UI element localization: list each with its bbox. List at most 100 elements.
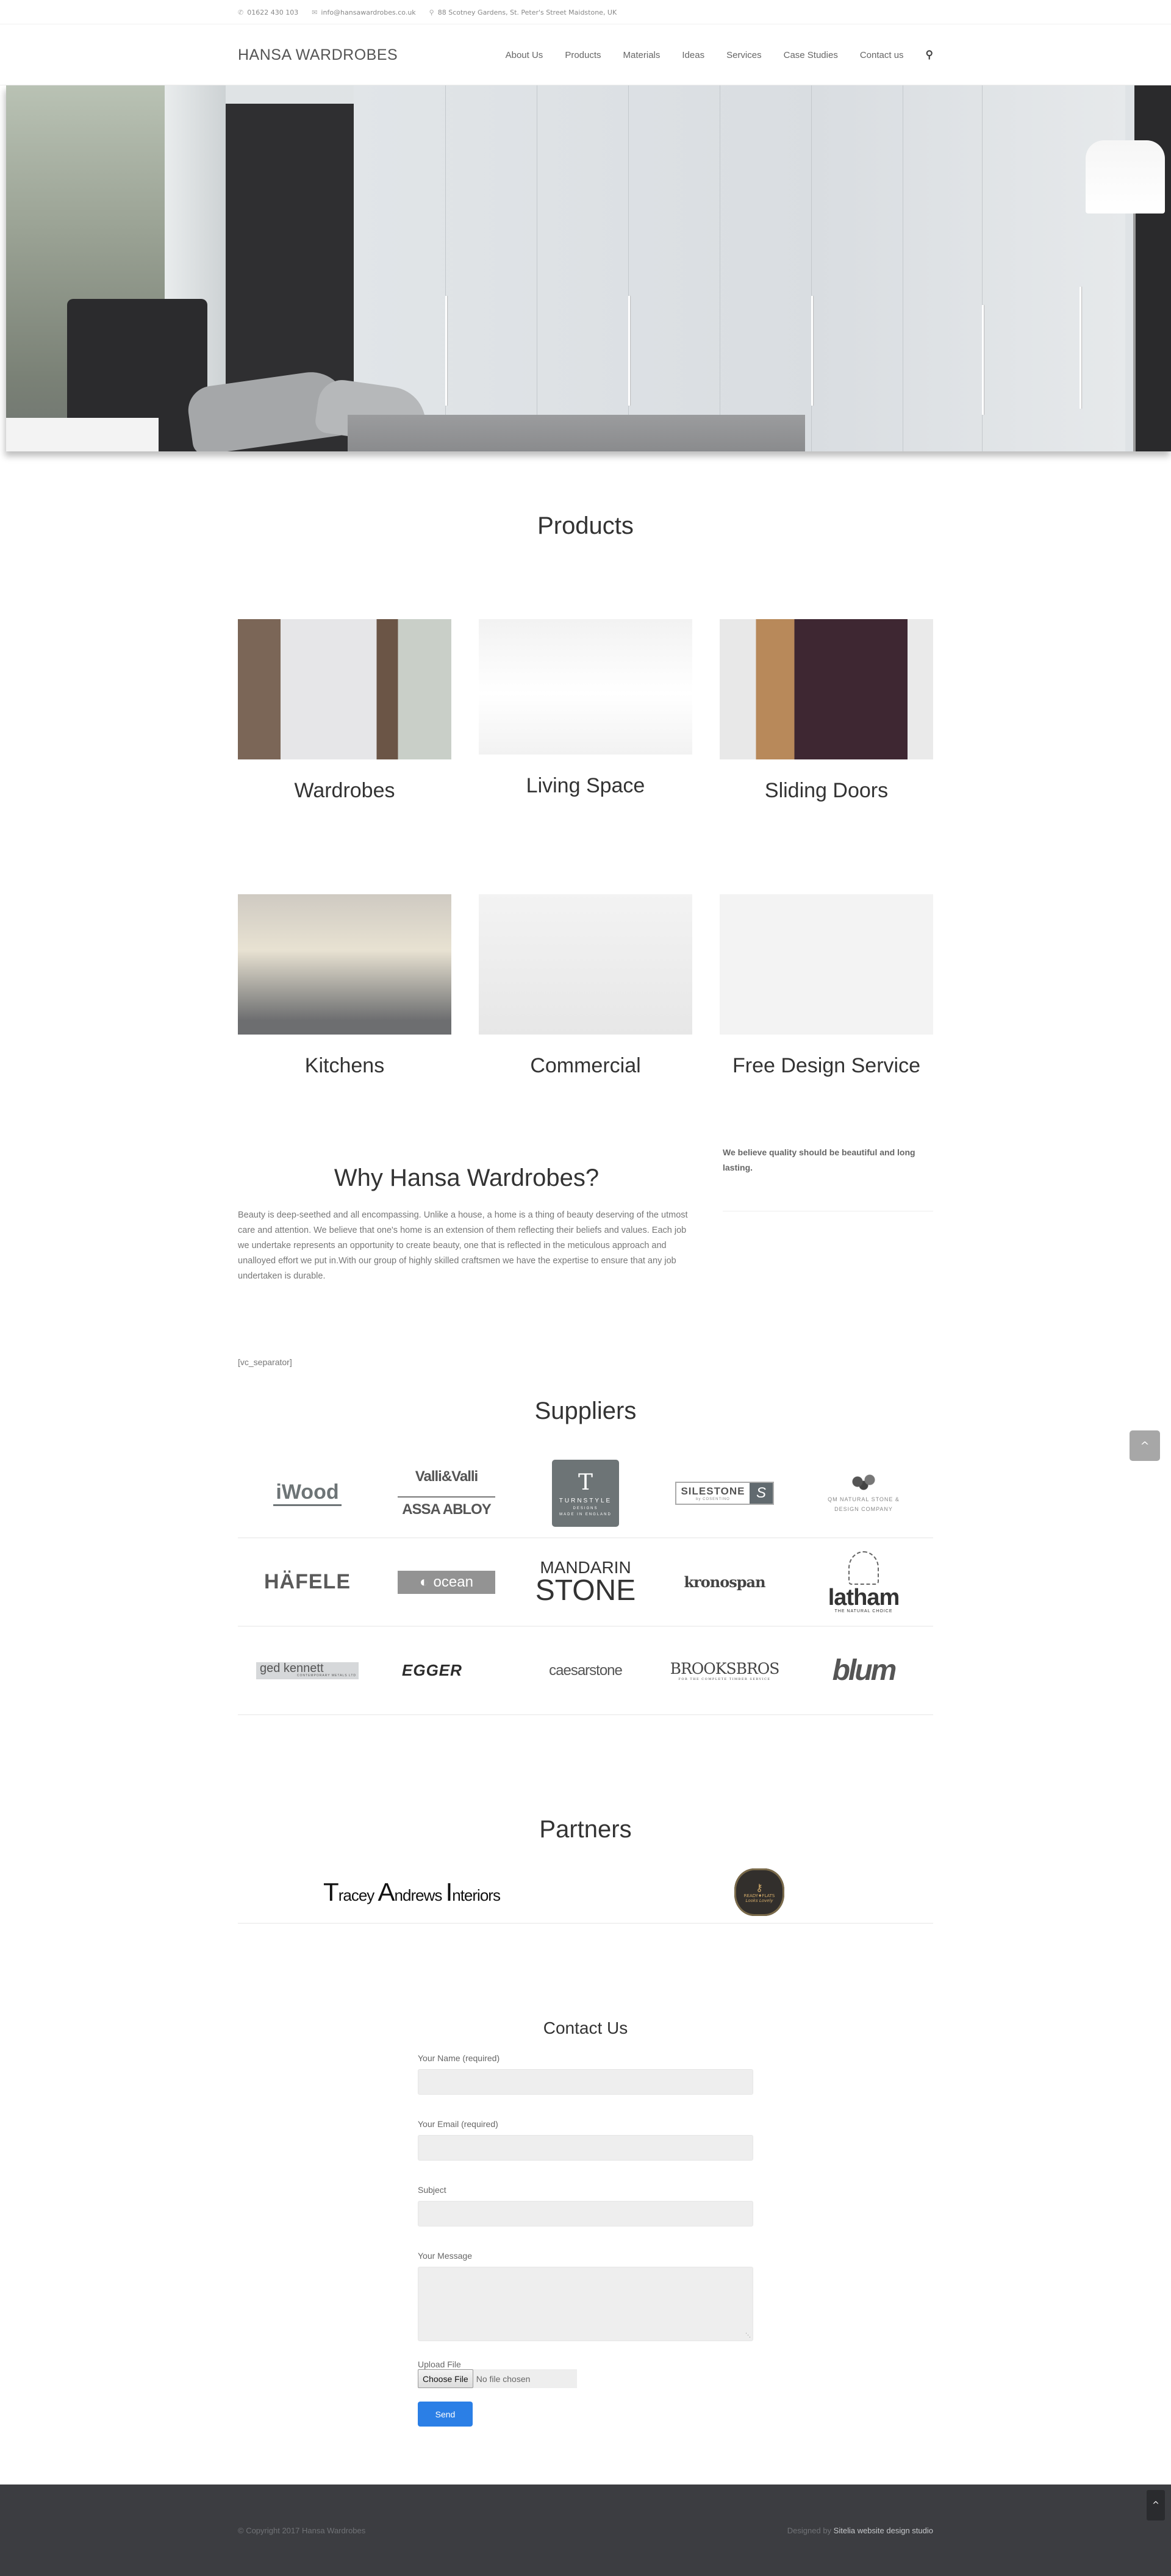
supplier-row: iWood Valli&Valli ASSA ABLOY T TURNSTYLE… [238,1449,933,1538]
nav-case-studies[interactable]: Case Studies [784,50,838,60]
subject-input[interactable] [418,2201,753,2226]
key-icon: ⚷ [756,1881,763,1893]
valli-text: Valli&Valli [415,1468,478,1485]
kronospan-logo[interactable]: kronospan [684,1573,765,1591]
nav-about-us[interactable]: About Us [506,50,543,60]
caesarstone-logo[interactable]: caesarstone [549,1662,623,1679]
product-sliding-doors[interactable]: Sliding Doors [720,619,933,894]
blum-logo[interactable]: blum [833,1654,897,1687]
subject-label: Subject [418,2185,446,2195]
email-label: Your Email (required) [418,2119,498,2129]
suppliers-section: Suppliers iWood Valli&Valli ASSA ABLOY T… [238,1397,933,1715]
phone-icon: ✆ [238,8,244,16]
swirl-icon: ◐ [420,1573,429,1590]
nav-ideas[interactable]: Ideas [682,50,704,60]
tree-icon [848,1551,879,1585]
product-kitchens[interactable]: Kitchens [238,894,451,1169]
products-title: Products [537,512,634,539]
product-label: Commercial [530,1054,641,1077]
search-icon[interactable]: ⚲ [926,49,933,61]
map-pin-icon: ⚲ [429,8,434,16]
product-free-design-service[interactable]: Free Design Service [720,894,933,1169]
wardrobe-doors [354,85,1125,451]
wardrobes-image [238,619,451,759]
kitchens-image [238,894,451,1035]
name-input[interactable] [418,2069,753,2095]
product-label: Free Design Service [732,1054,920,1077]
street-address: 88 Scotney Gardens, St. Peter's Street M… [437,8,617,16]
egger-logo[interactable]: EGGER [402,1661,491,1680]
nav-services[interactable]: Services [726,50,762,60]
tracey-andrews-logo[interactable]: Tracey Andrews Interiors [238,1878,586,1907]
designer-link[interactable]: Sitelia website design studio [834,2526,933,2535]
iwood-logo[interactable]: iWood [273,1480,342,1506]
brooks-bros-logo[interactable]: BROOKSBROS FOR THE COMPLETE TIMBER SERVI… [655,1660,794,1681]
send-button[interactable]: Send [418,2402,473,2427]
site-logo[interactable]: HANSA WARDROBES [238,46,398,64]
contact-form: Contact Us Your Name (required) Your Ema… [418,2018,753,2427]
file-upload[interactable]: Choose File No file chosen [418,2369,753,2388]
top-bar: ✆ 01622 430 103 ✉ info@hansawardrobes.co… [0,0,1171,24]
product-commercial[interactable]: Commercial [479,894,692,1169]
why-section: Why Hansa Wardrobes? Beauty is deep-seet… [238,1145,933,1284]
chevron-up-icon: ^ [1140,1439,1150,1452]
turnstyle-logo[interactable]: T TURNSTYLE DESIGNS MADE IN ENGLAND [552,1460,619,1527]
main-nav: About Us Products Materials Ideas Servic… [506,49,933,61]
product-label: Living Space [526,774,645,797]
separator-shortcode: [vc_separator] [238,1357,292,1367]
quality-quote: We believe quality should be beautiful a… [723,1147,915,1172]
why-title: Why Hansa Wardrobes? [334,1164,600,1191]
nav-products[interactable]: Products [565,50,601,60]
james-latham-logo[interactable]: latham THE NATURAL CHOICE [794,1551,933,1613]
file-status: No file chosen [473,2369,577,2388]
mandarin-stone-logo[interactable]: MANDARIN STONE [516,1559,655,1606]
ged-kennett-logo[interactable]: ged kennett CONTEMPORARY METALS LTD [256,1662,359,1679]
message-label: Your Message [418,2251,472,2261]
email-contact[interactable]: ✉ info@hansawardrobes.co.uk [312,9,415,16]
sliding-doors-image [720,619,933,759]
product-wardrobes[interactable]: Wardrobes [238,619,451,894]
silestone-logo[interactable]: SILESTONE by COSENTINO S [675,1482,774,1505]
email-address: info@hansawardrobes.co.uk [321,8,416,16]
message-textarea[interactable]: ⋱ [418,2267,753,2341]
contact-title: Contact Us [543,2018,628,2037]
designer-credit: Designed by Sitelia website design studi… [787,2525,933,2535]
phone-number: 01622 430 103 [247,8,299,16]
product-label: Wardrobes [294,779,395,802]
qm-stone-logo[interactable]: QM NATURAL STONE & DESIGN COMPANY [794,1473,933,1514]
site-header: HANSA WARDROBES About Us Products Materi… [0,24,1171,85]
partners-title: Partners [539,1816,632,1843]
stones-icon [848,1473,879,1491]
hero-banner-image [6,85,1171,451]
ocean-group-logo[interactable]: ◐ ocean [398,1570,495,1594]
address-contact: ⚲ 88 Scotney Gardens, St. Peter's Street… [429,9,617,16]
chevron-up-icon: ^ [1152,2500,1159,2510]
envelope-icon: ✉ [312,8,318,16]
nav-materials[interactable]: Materials [623,50,661,60]
upload-label: Upload File [418,2359,461,2369]
name-label: Your Name (required) [418,2053,500,2063]
choose-file-button[interactable]: Choose File [418,2369,473,2388]
footer-scroll-top-button[interactable]: ^ [1147,2490,1165,2520]
ready-flats-logo[interactable]: ⚷ READY♦FLATS Looks Lovely [586,1868,933,1916]
phone-contact[interactable]: ✆ 01622 430 103 [238,9,298,16]
product-label: Sliding Doors [764,779,889,802]
nav-contact-us[interactable]: Contact us [860,50,904,60]
partners-section: Partners Tracey Andrews Interiors ⚷ READ… [238,1816,933,1924]
scroll-to-top-button[interactable]: ^ [1130,1430,1160,1461]
supplier-row: ged kennett CONTEMPORARY METALS LTD EGGE… [238,1627,933,1715]
hafele-logo[interactable]: HÄFELE [264,1570,351,1594]
copyright: © Copyright 2017 Hansa Wardrobes [238,2525,366,2535]
why-body: Beauty is deep-seethed and all encompass… [238,1210,688,1281]
valli-assa-logo[interactable]: Valli&Valli ASSA ABLOY [398,1468,495,1518]
email-input[interactable] [418,2135,753,2161]
free-design-image [720,894,933,1035]
commercial-image [479,894,692,1035]
floor-lamp [1086,140,1165,213]
product-label: Kitchens [304,1054,385,1077]
resize-handle-icon[interactable]: ⋱ [745,2333,751,2339]
product-living-space[interactable]: Living Space [479,619,692,894]
supplier-row: HÄFELE ◐ ocean MANDARIN STONE kronospan … [238,1538,933,1627]
assa-abloy-text: ASSA ABLOY [398,1496,495,1518]
suppliers-title: Suppliers [534,1397,637,1424]
